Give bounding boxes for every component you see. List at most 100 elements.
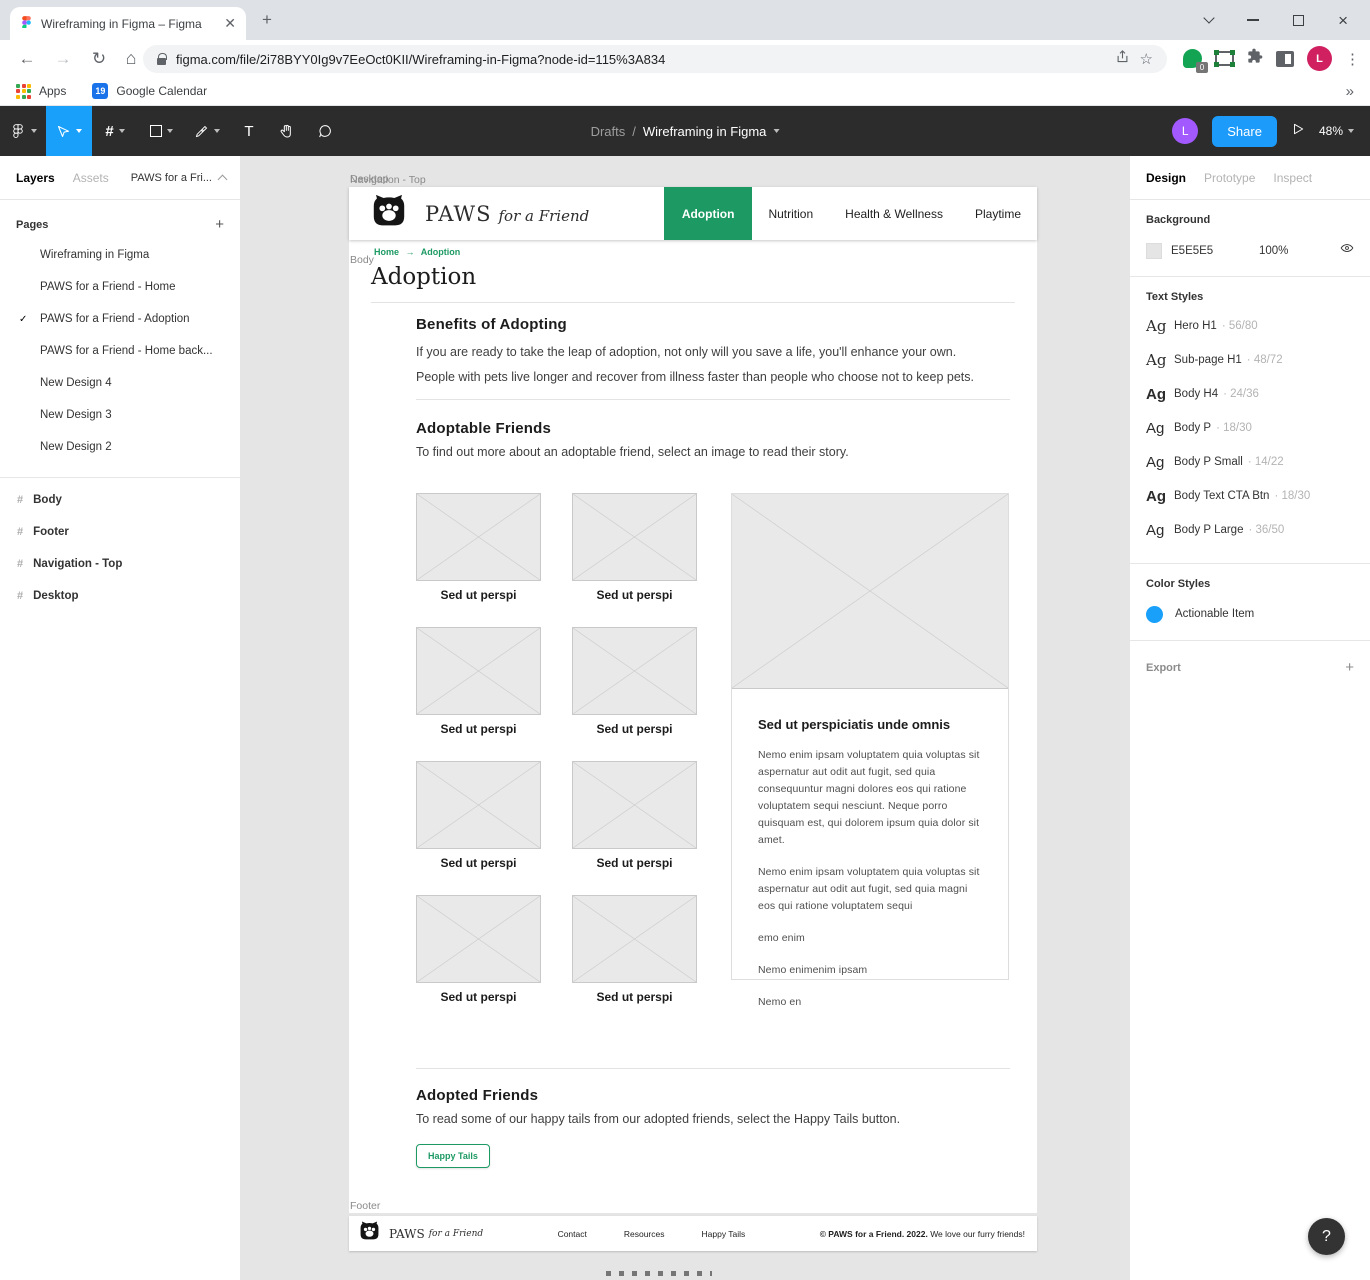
wireframe-footer-frame[interactable]: PAWS for a Friend Contact Resources Happ… (349, 1216, 1037, 1251)
url-text[interactable]: figma.com/file/2i78BYY0Ig9v7EeOct0KII/Wi… (176, 52, 1105, 67)
page-item[interactable]: PAWS for a Friend - Home back... (0, 335, 240, 367)
shape-tool-button[interactable] (138, 106, 184, 156)
browser-profile-avatar[interactable]: L (1307, 46, 1332, 71)
help-button[interactable]: ? (1308, 1218, 1345, 1255)
text-style-item[interactable]: Ag Body P 18/30 (1146, 411, 1354, 445)
adoptable-card[interactable]: Sed ut perspi (416, 895, 541, 1004)
extensions-puzzle-icon[interactable] (1247, 48, 1263, 69)
breadcrumb-home[interactable]: Home (374, 247, 399, 257)
adoptable-card[interactable]: Sed ut perspi (416, 493, 541, 602)
story-card[interactable]: Sed ut perspiciatis unde omnis Nemo enim… (731, 493, 1009, 980)
add-export-icon[interactable]: + (1345, 659, 1354, 676)
bookmark-star-icon[interactable]: ☆ (1140, 50, 1153, 68)
extension-green-icon[interactable]: 0 (1183, 49, 1202, 68)
color-style-item[interactable]: Actionable Item (1146, 604, 1354, 624)
background-opacity-value[interactable]: 100% (1259, 245, 1340, 257)
text-style-item[interactable]: Ag Hero H1 56/80 (1146, 309, 1354, 343)
image-placeholder[interactable] (416, 627, 541, 715)
page-item-selected[interactable]: ✓ PAWS for a Friend - Adoption (0, 303, 240, 335)
bookmarks-overflow-icon[interactable]: » (1346, 83, 1354, 100)
share-button[interactable]: Share (1212, 116, 1277, 147)
nav-item-nutrition[interactable]: Nutrition (752, 187, 829, 240)
share-page-icon[interactable] (1115, 49, 1130, 69)
text-style-item[interactable]: Ag Sub-page H1 48/72 (1146, 343, 1354, 377)
text-tool-button[interactable]: T (230, 106, 268, 156)
image-placeholder[interactable] (572, 493, 697, 581)
page-item[interactable]: New Design 2 (0, 431, 240, 463)
tab-layers[interactable]: Layers (16, 171, 55, 185)
adoptable-card[interactable]: Sed ut perspi (572, 761, 697, 870)
frame-label-footer[interactable]: Footer (350, 1200, 380, 1212)
background-color-swatch[interactable] (1146, 243, 1162, 259)
comment-tool-button[interactable] (306, 106, 344, 156)
home-icon[interactable]: ⌂ (116, 40, 146, 77)
screenshot-extension-icon[interactable] (1215, 51, 1234, 66)
add-page-icon[interactable]: + (215, 216, 224, 233)
text-style-item[interactable]: Ag Body H4 24/36 (1146, 377, 1354, 411)
footer-link-happy-tails[interactable]: Happy Tails (702, 1229, 746, 1239)
window-close-button[interactable]: × (1338, 12, 1348, 29)
move-tool-button[interactable] (46, 106, 92, 156)
visibility-eye-icon[interactable] (1340, 241, 1354, 260)
image-placeholder-large[interactable] (732, 494, 1008, 689)
nav-item-playtime[interactable]: Playtime (959, 187, 1037, 240)
layer-item-desktop[interactable]: # Desktop (0, 580, 240, 612)
figma-user-avatar[interactable]: L (1172, 118, 1198, 144)
frame-label-navigation-top[interactable]: Navigation - Top (350, 174, 426, 186)
text-style-item[interactable]: Ag Body P Small 14/22 (1146, 445, 1354, 479)
window-chevron-icon[interactable] (1203, 12, 1214, 23)
file-name[interactable]: Wireframing in Figma (643, 124, 767, 139)
happy-tails-button[interactable]: Happy Tails (416, 1144, 490, 1168)
page-item[interactable]: New Design 4 (0, 367, 240, 399)
frame-label-body[interactable]: Body (350, 254, 374, 266)
new-tab-button[interactable]: + (262, 10, 272, 30)
forward-icon[interactable]: → (48, 40, 78, 77)
chevron-down-icon[interactable] (773, 129, 779, 133)
breadcrumb-folder[interactable]: Drafts (591, 124, 626, 139)
tab-prototype[interactable]: Prototype (1204, 171, 1255, 185)
apps-grid-icon[interactable] (16, 84, 31, 99)
wireframe-body-frame[interactable]: Home → Adoption Adoption Benefits of Ado… (349, 240, 1037, 1213)
present-play-icon[interactable] (1291, 122, 1305, 141)
sidebar-extension-icon[interactable] (1276, 51, 1294, 67)
layer-item-body[interactable]: # Body (0, 484, 240, 516)
tab-design[interactable]: Design (1146, 171, 1186, 185)
image-placeholder[interactable] (572, 895, 697, 983)
footer-link-resources[interactable]: Resources (624, 1229, 665, 1239)
tab-assets[interactable]: Assets (73, 171, 109, 185)
text-style-item[interactable]: Ag Body Text CTA Btn 18/30 (1146, 479, 1354, 513)
layer-item-navigation-top[interactable]: # Navigation - Top (0, 548, 240, 580)
breadcrumb[interactable]: Home → Adoption (374, 247, 460, 257)
image-placeholder[interactable] (572, 627, 697, 715)
export-section[interactable]: Export + (1130, 641, 1370, 694)
nav-item-health-wellness[interactable]: Health & Wellness (829, 187, 959, 240)
image-placeholder[interactable] (572, 761, 697, 849)
background-hex-value[interactable]: E5E5E5 (1171, 245, 1233, 257)
image-placeholder[interactable] (416, 895, 541, 983)
wireframe-navigation-frame[interactable]: PAWS for a Friend Adoption Nutrition Hea… (349, 187, 1037, 240)
pen-tool-button[interactable] (184, 106, 230, 156)
adoptable-card[interactable]: Sed ut perspi (572, 627, 697, 736)
footer-link-contact[interactable]: Contact (558, 1229, 587, 1239)
bookmark-apps[interactable]: Apps (39, 84, 66, 98)
hand-tool-button[interactable] (268, 106, 306, 156)
file-dropdown[interactable]: PAWS for a Fri... (131, 172, 226, 184)
adoptable-card[interactable]: Sed ut perspi (572, 895, 697, 1004)
tab-inspect[interactable]: Inspect (1273, 171, 1312, 185)
file-breadcrumb[interactable]: Drafts / Wireframing in Figma (591, 106, 780, 156)
adoptable-card[interactable]: Sed ut perspi (572, 493, 697, 602)
window-minimize-button[interactable] (1247, 19, 1259, 21)
window-maximize-button[interactable] (1293, 15, 1304, 26)
address-bar[interactable]: figma.com/file/2i78BYY0Ig9v7EeOct0KII/Wi… (143, 45, 1167, 73)
zoom-control[interactable]: 48% (1319, 124, 1354, 138)
image-placeholder[interactable] (416, 493, 541, 581)
browser-menu-icon[interactable]: ⋮ (1345, 50, 1360, 68)
bookmark-google-calendar[interactable]: Google Calendar (116, 84, 207, 98)
reload-icon[interactable]: ↻ (84, 40, 114, 77)
adoptable-card[interactable]: Sed ut perspi (416, 761, 541, 870)
calendar-icon[interactable]: 19 (92, 83, 108, 99)
adoptable-card[interactable]: Sed ut perspi (416, 627, 541, 736)
text-style-item[interactable]: Ag Body P Large 36/50 (1146, 513, 1354, 547)
back-icon[interactable]: ← (12, 40, 42, 77)
layer-item-footer[interactable]: # Footer (0, 516, 240, 548)
